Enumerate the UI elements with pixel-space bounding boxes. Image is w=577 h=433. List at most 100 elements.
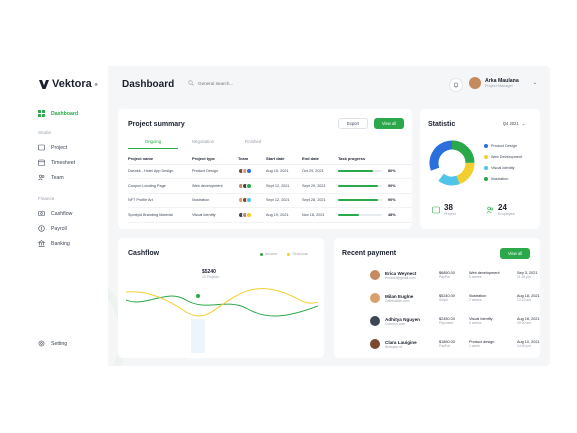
payment-type-info: Web development 5 weeks: [469, 271, 517, 279]
cashflow-title: Cashflow: [128, 250, 160, 257]
progress-fill: [338, 213, 360, 216]
payment-row[interactable]: Adhitya Nguyen Coinroot.com $2450.00 Payone…: [370, 311, 550, 331]
brand-logo[interactable]: Vektora ®: [39, 78, 98, 90]
legend-outcome: Outcome: [292, 252, 308, 256]
chevron-down-icon: ⌄: [521, 121, 526, 126]
legend-label: Illustration: [491, 177, 509, 181]
end-date: Oct 29, 2021: [302, 164, 338, 179]
more-options-icon[interactable]: ⋮: [549, 318, 550, 325]
search-bar[interactable]: [188, 80, 288, 86]
export-button[interactable]: Export: [338, 118, 368, 129]
sidebar-item-label: Project: [51, 144, 68, 151]
end-date: Nov 18, 2021: [302, 207, 338, 223]
grid-icon: [38, 110, 45, 117]
search-icon: [188, 80, 194, 86]
avatar: [370, 293, 380, 303]
sidebar-item-label: Team: [51, 174, 64, 181]
folder-icon: [38, 144, 45, 151]
folder-icon: [432, 206, 440, 213]
sidebar-item-timesheet[interactable]: Timesheet: [38, 159, 75, 166]
bell-icon: [453, 82, 459, 88]
chevron-down-icon[interactable]: ⌄: [533, 80, 537, 86]
legend-item: Income: [260, 252, 277, 256]
start-date: Sept 12, 2021: [266, 193, 302, 208]
tab-negotiation[interactable]: Negotiation: [178, 139, 228, 149]
legend-item: Product Design: [484, 144, 517, 148]
cashflow-legend: Income Outcome: [260, 252, 308, 256]
sidebar-item-setting[interactable]: Setting: [38, 340, 67, 347]
project-name: NFT Profile Art: [128, 193, 192, 208]
payment-row[interactable]: Milan Euglne Cafebuilder.com $5240.00 Strip…: [370, 288, 550, 308]
hover-point: [196, 294, 200, 298]
tab-ongoing[interactable]: Ongoing: [128, 139, 178, 149]
payment-detail: 5 weeks: [469, 275, 482, 279]
legend-dot: [287, 252, 291, 256]
recent-payment-title: Recent payment: [342, 250, 397, 257]
payment-amount-info: $5240.00 Stripe: [439, 294, 469, 302]
legend-dot: [484, 144, 488, 148]
column-header: Project type: [192, 154, 238, 165]
search-input[interactable]: [198, 80, 288, 86]
project-type: Product Design: [192, 164, 238, 179]
sidebar-item-cashflow[interactable]: Cashflow: [38, 210, 72, 217]
legend-item: Outcome: [287, 252, 308, 256]
table-row[interactable]: NFT Profile Art Illustration Sept 12, 2021…: [128, 193, 412, 208]
page-title: Dashboard: [122, 79, 175, 90]
payment-method: Payoneer: [439, 321, 454, 325]
table-row[interactable]: Dworkk - Hotel App Design Product Design A…: [128, 164, 412, 179]
legend-label: Product Design: [491, 144, 517, 148]
team-avatars: [238, 178, 266, 194]
project-count-label: Project: [444, 212, 456, 216]
project-type: Web development: [192, 178, 238, 194]
sidebar-item-banking[interactable]: Banking: [38, 240, 70, 247]
more-options-icon[interactable]: ⋮: [549, 295, 550, 302]
app-window: Vektora ® Dashboard Studio Project Times…: [28, 66, 550, 366]
sidebar-item-team[interactable]: Team: [38, 174, 64, 181]
more-options-icon[interactable]: ⋮: [549, 272, 550, 279]
team-avatars: [238, 193, 266, 208]
sidebar-item-payroll[interactable]: Payroll: [38, 225, 67, 232]
payment-type-info: Illustration 2 weeks: [469, 294, 517, 302]
payment-date-info: Sep 3, 2021 11:35 pm: [517, 271, 549, 279]
table-row[interactable]: Sportyid Branding Material Visual Identit…: [128, 207, 412, 223]
legend-dot: [260, 252, 263, 256]
employee-count-label: Employee: [498, 212, 515, 216]
sidebar-item-dashboard[interactable]: Dashboard: [38, 110, 78, 117]
progress-label: 90%: [388, 198, 396, 203]
column-header: End date: [302, 154, 338, 165]
project-name: Dworkk - Hotel App Design: [128, 164, 192, 179]
user-menu[interactable]: Arka Maulana Project Manager ⌄: [469, 77, 537, 89]
view-all-projects-button[interactable]: View all: [374, 118, 404, 129]
team-avatars: [238, 207, 266, 223]
task-progress: 48%: [338, 207, 412, 223]
period-select[interactable]: Q4 2021 ⌄: [498, 118, 530, 129]
view-all-payments-button[interactable]: View all: [500, 248, 530, 259]
payer-email: Product@gmail.com: [385, 275, 416, 280]
tab-finished[interactable]: Finished: [228, 139, 278, 149]
more-options-icon[interactable]: ⋮: [549, 341, 550, 348]
legend-label: Web Development: [491, 155, 523, 159]
project-summary-title: Project summary: [128, 121, 185, 128]
progress-bar: [338, 199, 382, 202]
sidebar-item-label: Payroll: [51, 225, 67, 232]
table-row[interactable]: Coupon Landing Page Web development Sept 1…: [128, 178, 412, 194]
column-header: Team: [238, 154, 266, 165]
project-tabs: Ongoing Negotiation Finished: [128, 139, 278, 149]
avatar: [246, 168, 252, 175]
payment-date-info: Aug 16, 2021 09:00 am: [517, 317, 549, 325]
legend-item: Web Development: [484, 155, 522, 159]
logo-icon: [39, 79, 49, 89]
brand-name: Vektora: [52, 78, 92, 90]
payment-amount-info: $2450.00 Payoneer: [439, 317, 469, 325]
stat-employees: 24 Employee: [486, 203, 515, 216]
start-date: Aug 15, 2021: [266, 164, 302, 179]
payment-detail: 5 weeks: [469, 321, 482, 325]
end-date: Sept 28, 2021: [302, 193, 338, 208]
legend-dot: [484, 166, 488, 170]
cashflow-chart: [126, 288, 318, 317]
notification-button[interactable]: [449, 78, 463, 92]
legend-item: Visual Identity: [484, 166, 515, 170]
payment-row[interactable]: Erica Weynect Product@gmail.com $6850.00 Pa…: [370, 265, 550, 285]
sidebar-item-project[interactable]: Project: [38, 144, 67, 151]
payment-row[interactable]: Clara Lauigine Budspec.id $1850.00 PayPal Pr…: [370, 334, 550, 354]
